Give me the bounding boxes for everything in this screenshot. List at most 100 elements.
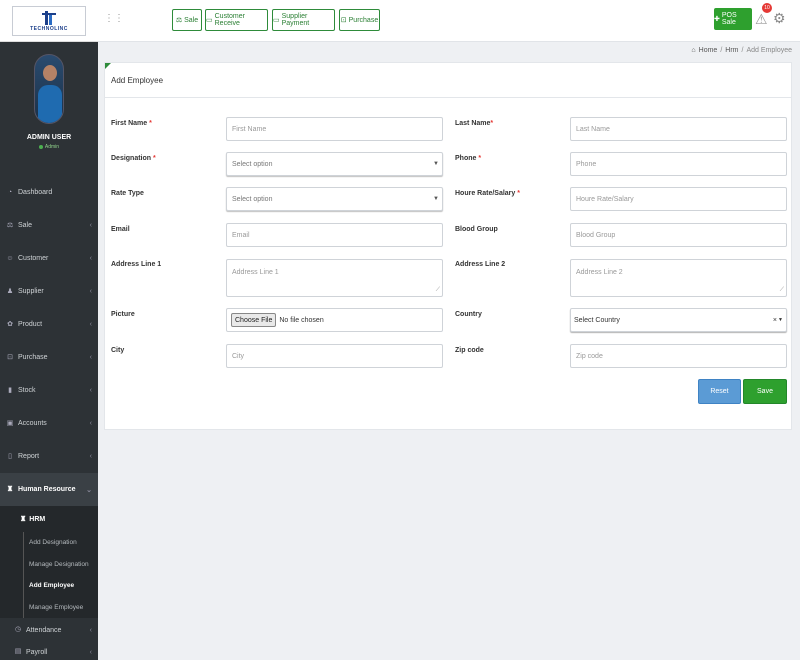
sidebar-item-stock[interactable]: ▮ Stock ‹ xyxy=(0,374,98,407)
last-name-label: Last Name* xyxy=(455,120,493,127)
rate-type-label: Rate Type xyxy=(111,190,144,197)
menu-grid-icon[interactable]: ⋮⋮ xyxy=(104,13,124,25)
sidebar-item-human-resource[interactable]: ♜ Human Resource ⌄ xyxy=(0,473,98,506)
resize-handle-icon[interactable]: ⟋ xyxy=(780,287,784,294)
sidebar-item-label: Attendance xyxy=(26,626,62,634)
breadcrumb-home[interactable]: Home xyxy=(699,47,718,54)
designation-select[interactable]: Select option ▼ xyxy=(226,152,443,176)
chevron-left-icon: ‹ xyxy=(89,354,92,361)
quick-link-purchase[interactable]: ⊡ Purchase xyxy=(339,9,380,31)
blood-group-field[interactable]: Blood Group xyxy=(570,223,787,247)
breadcrumb-section[interactable]: Hrm xyxy=(725,47,738,54)
chevron-left-icon: ‹ xyxy=(89,648,92,656)
email-field[interactable]: Email xyxy=(226,223,443,247)
sidebar-item-dashboard[interactable]: ◔ Dashboard xyxy=(0,176,98,209)
email-label: Email xyxy=(111,226,130,233)
caret-down-icon: ▼ xyxy=(433,196,439,202)
address-line-2-textarea[interactable]: Address Line 2 ⟋ xyxy=(570,259,787,297)
sidebar-item-hrm[interactable]: ♜ HRM xyxy=(0,506,98,532)
rate-type-select[interactable]: Select option ▼ xyxy=(226,187,443,211)
breadcrumb-current: Add Employee xyxy=(746,47,792,54)
sidebar-item-label: Stock xyxy=(18,387,36,394)
label-text: Houre Rate/Salary xyxy=(455,190,516,197)
blood-group-label: Blood Group xyxy=(455,226,498,233)
address-line-2-label: Address Line 2 xyxy=(455,261,506,268)
sidebar-item-label: Report xyxy=(18,453,40,460)
sidebar-item-payroll[interactable]: ▤ Payroll ‹ xyxy=(0,642,98,660)
sidebar-item-report[interactable]: ▯ Report ‹ xyxy=(0,440,98,473)
address-line-1-textarea[interactable]: Address Line 1 ⟋ xyxy=(226,259,443,297)
sidebar-item-customer[interactable]: ☺ Customer ‹ xyxy=(0,242,98,275)
file-status: No file chosen xyxy=(279,316,324,324)
sidebar-item-label: Human Resource xyxy=(18,486,76,493)
required-marker: * xyxy=(478,155,482,162)
phone-label: Phone * xyxy=(455,155,481,162)
sidebar-subitem-add-designation[interactable]: Add Designation xyxy=(0,532,98,554)
country-label: Country xyxy=(455,311,482,318)
breadcrumb-separator: / xyxy=(720,47,723,54)
gear-icon[interactable]: ⚙ xyxy=(773,11,787,25)
avatar[interactable] xyxy=(34,54,64,124)
houre-rate-label: Houre Rate/Salary * xyxy=(455,190,520,197)
city-field[interactable]: City xyxy=(226,344,443,368)
quick-link-label: Purchase xyxy=(348,16,379,24)
quick-link-supplier-payment[interactable]: ▭ Supplier Payment xyxy=(272,9,335,31)
sidebar-item-product[interactable]: ✿ Product ‹ xyxy=(0,308,98,341)
label-text: Phone xyxy=(455,155,477,162)
first-name-field[interactable]: First Name xyxy=(226,117,443,141)
country-select[interactable]: Select Country × ▼ xyxy=(570,308,787,332)
sidebar-item-label: Payroll xyxy=(26,648,48,656)
city-label: City xyxy=(111,347,125,354)
quick-link-label: Customer Receive xyxy=(214,13,245,27)
phone-field[interactable]: Phone xyxy=(570,152,787,176)
choose-file-button[interactable]: Choose File xyxy=(231,313,277,327)
sidebar-subitem-manage-employee[interactable]: Manage Employee xyxy=(0,596,98,619)
sidebar-item-label: Supplier xyxy=(18,288,44,295)
caret-down-icon: ▼ xyxy=(433,161,439,167)
quick-link-customer-receive[interactable]: ▭ Customer Receive xyxy=(205,9,268,31)
chevron-left-icon: ‹ xyxy=(89,288,92,295)
sidebar-item-accounts[interactable]: ▣ Accounts ‹ xyxy=(0,407,98,440)
sidebar-subitem-manage-designation[interactable]: Manage Designation xyxy=(0,553,98,576)
designation-label: Designation * xyxy=(111,155,156,162)
label-text: Designation xyxy=(111,155,152,162)
cart-icon: ⊡ xyxy=(340,17,347,24)
clock-icon: ◷ xyxy=(14,626,22,633)
card-accent xyxy=(105,63,111,69)
sidebar-item-attendance[interactable]: ◷ Attendance ‹ xyxy=(0,618,98,642)
sidebar-item-label: Customer xyxy=(18,255,49,262)
clear-icon[interactable]: × xyxy=(773,317,777,324)
chevron-left-icon: ‹ xyxy=(89,222,92,229)
report-icon: ▯ xyxy=(8,452,12,460)
pos-sale-button[interactable]: ✚ POS Sale xyxy=(714,8,752,30)
product-icon: ✿ xyxy=(7,320,13,328)
address-line-1-label: Address Line 1 xyxy=(111,261,162,268)
pos-sale-label: POS Sale xyxy=(721,12,737,26)
picture-file-input[interactable]: Choose File No file chosen xyxy=(226,308,443,332)
home-icon: ⌂ xyxy=(691,47,696,54)
add-employee-card: Add Employee First Name * First Name Las… xyxy=(104,62,792,430)
required-marker: * xyxy=(517,190,520,197)
company-logo[interactable]: TECHNOLINC xyxy=(12,5,86,36)
plus-icon: ✚ xyxy=(714,16,720,23)
sidebar-item-label: Product xyxy=(18,321,43,328)
sidebar-item-purchase[interactable]: ⊡ Purchase ‹ xyxy=(0,341,98,374)
sidebar-item-sale[interactable]: ⚖ Sale ‹ xyxy=(0,209,98,242)
select-value: Select Country xyxy=(574,316,620,324)
scale-icon: ⚖ xyxy=(175,17,183,24)
required-marker: * xyxy=(490,120,494,127)
resize-handle-icon[interactable]: ⟋ xyxy=(436,287,440,294)
reset-button[interactable]: Reset xyxy=(698,379,741,404)
logo-text: TECHNOLINC xyxy=(30,25,68,32)
save-button[interactable]: Save xyxy=(743,379,787,404)
chevron-left-icon: ‹ xyxy=(89,387,92,394)
sidebar-item-supplier[interactable]: ♟ Supplier ‹ xyxy=(0,275,98,308)
breadcrumb: ⌂ Home / Hrm / Add Employee xyxy=(691,47,792,54)
houre-rate-field[interactable]: Houre Rate/Salary xyxy=(570,187,787,211)
quick-link-sale[interactable]: ⚖ Sale xyxy=(172,9,202,31)
last-name-field[interactable]: Last Name xyxy=(570,117,787,141)
sidebar-nav: ◔ Dashboard ⚖ Sale ‹ ☺ Customer ‹ ♟ Supp… xyxy=(0,176,98,660)
sidebar-subitem-add-employee[interactable]: Add Employee xyxy=(0,575,98,597)
zip-code-field[interactable]: Zip code xyxy=(570,344,787,368)
required-marker: * xyxy=(153,155,156,162)
